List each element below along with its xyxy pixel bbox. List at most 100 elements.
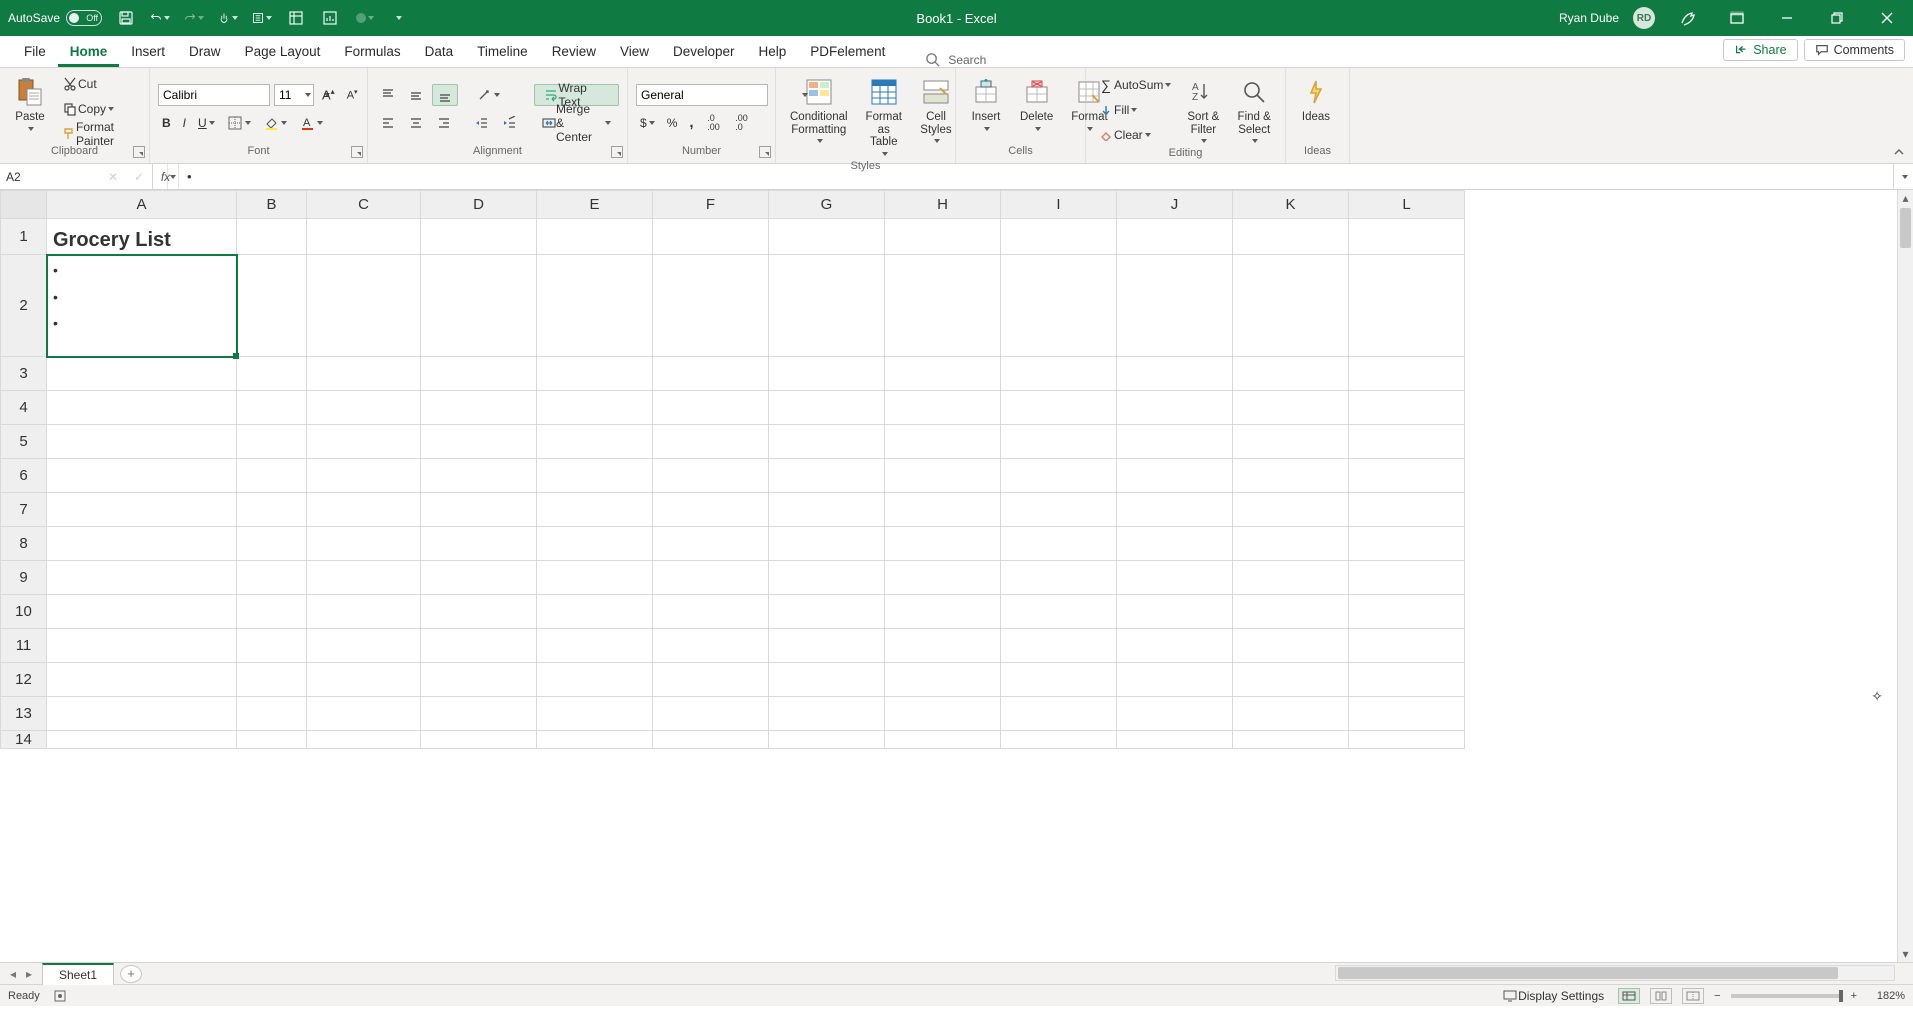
underline-button[interactable]: U bbox=[194, 112, 219, 134]
cell-D5[interactable] bbox=[421, 425, 537, 459]
cell-B14[interactable] bbox=[237, 731, 307, 749]
cell-H10[interactable] bbox=[885, 595, 1001, 629]
cell-L13[interactable] bbox=[1349, 697, 1465, 731]
cell-J11[interactable] bbox=[1117, 629, 1233, 663]
maximize-button[interactable] bbox=[1819, 4, 1855, 32]
cell-L12[interactable] bbox=[1349, 663, 1465, 697]
insert-cells-button[interactable]: Insert bbox=[964, 72, 1008, 145]
tab-view[interactable]: View bbox=[608, 38, 661, 67]
cell-A8[interactable] bbox=[47, 527, 237, 561]
cell-K12[interactable] bbox=[1233, 663, 1349, 697]
row-header-10[interactable]: 10 bbox=[1, 595, 47, 629]
cell-B3[interactable] bbox=[237, 357, 307, 391]
tab-help[interactable]: Help bbox=[747, 38, 799, 67]
customize-qat-icon[interactable] bbox=[388, 8, 408, 28]
cell-D10[interactable] bbox=[421, 595, 537, 629]
cell-J14[interactable] bbox=[1117, 731, 1233, 749]
cell-K9[interactable] bbox=[1233, 561, 1349, 595]
cell-J12[interactable] bbox=[1117, 663, 1233, 697]
cell-D13[interactable] bbox=[421, 697, 537, 731]
cell-A6[interactable] bbox=[47, 459, 237, 493]
cell-K2[interactable] bbox=[1233, 255, 1349, 357]
cell-E3[interactable] bbox=[537, 357, 653, 391]
redo-button[interactable] bbox=[184, 8, 204, 28]
align-middle-button[interactable] bbox=[404, 84, 428, 106]
row-header-6[interactable]: 6 bbox=[1, 459, 47, 493]
sheet-nav-prev[interactable]: ◂ bbox=[6, 967, 20, 981]
cell-H9[interactable] bbox=[885, 561, 1001, 595]
clipboard-launcher[interactable] bbox=[133, 146, 145, 158]
cell-F8[interactable] bbox=[653, 527, 769, 561]
cell-J9[interactable] bbox=[1117, 561, 1233, 595]
cell-F5[interactable] bbox=[653, 425, 769, 459]
cell-A9[interactable] bbox=[47, 561, 237, 595]
comma-style-button[interactable]: , bbox=[685, 112, 697, 134]
cell-J10[interactable] bbox=[1117, 595, 1233, 629]
conditional-formatting-button[interactable]: Conditional Formatting bbox=[784, 72, 854, 160]
save-icon[interactable] bbox=[116, 8, 136, 28]
cell-I9[interactable] bbox=[1001, 561, 1117, 595]
cell-G4[interactable] bbox=[769, 391, 885, 425]
cell-F2[interactable] bbox=[653, 255, 769, 357]
cell-F14[interactable] bbox=[653, 731, 769, 749]
cell-D3[interactable] bbox=[421, 357, 537, 391]
horizontal-scroll-thumb[interactable] bbox=[1338, 967, 1838, 979]
cell-H8[interactable] bbox=[885, 527, 1001, 561]
cell-C6[interactable] bbox=[307, 459, 421, 493]
font-name-combo[interactable] bbox=[158, 84, 270, 106]
align-top-button[interactable] bbox=[376, 84, 400, 106]
cell-I5[interactable] bbox=[1001, 425, 1117, 459]
decrease-decimal-button[interactable]: .00.0 bbox=[730, 112, 754, 134]
cell-J4[interactable] bbox=[1117, 391, 1233, 425]
zoom-slider[interactable] bbox=[1731, 994, 1841, 998]
cell-K14[interactable] bbox=[1233, 731, 1349, 749]
account-avatar[interactable]: RD bbox=[1633, 7, 1655, 29]
cell-A7[interactable] bbox=[47, 493, 237, 527]
cell-J1[interactable] bbox=[1117, 219, 1233, 255]
cell-G3[interactable] bbox=[769, 357, 885, 391]
vertical-scroll-thumb[interactable] bbox=[1900, 208, 1911, 248]
cancel-formula-button[interactable]: ✕ bbox=[100, 164, 126, 189]
cell-F12[interactable] bbox=[653, 663, 769, 697]
cell-H12[interactable] bbox=[885, 663, 1001, 697]
cell-C8[interactable] bbox=[307, 527, 421, 561]
cell-C12[interactable] bbox=[307, 663, 421, 697]
collapse-ribbon-button[interactable] bbox=[1885, 68, 1913, 163]
column-header-H[interactable]: H bbox=[885, 191, 1001, 219]
cell-A5[interactable] bbox=[47, 425, 237, 459]
cell-I3[interactable] bbox=[1001, 357, 1117, 391]
sort-filter-button[interactable]: AZSort & Filter bbox=[1181, 72, 1225, 147]
row-header-12[interactable]: 12 bbox=[1, 663, 47, 697]
expand-formula-bar-button[interactable] bbox=[1893, 164, 1913, 189]
cell-D4[interactable] bbox=[421, 391, 537, 425]
cell-L3[interactable] bbox=[1349, 357, 1465, 391]
pivot-icon[interactable] bbox=[286, 8, 306, 28]
cell-D14[interactable] bbox=[421, 731, 537, 749]
scroll-down-button[interactable]: ▾ bbox=[1898, 946, 1913, 962]
cell-L9[interactable] bbox=[1349, 561, 1465, 595]
row-header-4[interactable]: 4 bbox=[1, 391, 47, 425]
cell-A11[interactable] bbox=[47, 629, 237, 663]
cell-H13[interactable] bbox=[885, 697, 1001, 731]
increase-decimal-button[interactable]: .0.00 bbox=[702, 112, 726, 134]
cell-K11[interactable] bbox=[1233, 629, 1349, 663]
cell-I2[interactable] bbox=[1001, 255, 1117, 357]
cell-F13[interactable] bbox=[653, 697, 769, 731]
coming-soon-icon[interactable] bbox=[1669, 4, 1705, 32]
zoom-out-button[interactable]: − bbox=[1714, 990, 1720, 1002]
cell-H2[interactable] bbox=[885, 255, 1001, 357]
cell-C13[interactable] bbox=[307, 697, 421, 731]
bold-button[interactable]: B bbox=[158, 112, 175, 134]
cell-I13[interactable] bbox=[1001, 697, 1117, 731]
zoom-in-button[interactable]: + bbox=[1851, 990, 1857, 1002]
cell-F9[interactable] bbox=[653, 561, 769, 595]
cell-F1[interactable] bbox=[653, 219, 769, 255]
column-header-B[interactable]: B bbox=[237, 191, 307, 219]
cell-E2[interactable] bbox=[537, 255, 653, 357]
share-button[interactable]: Share bbox=[1723, 39, 1797, 61]
cell-C7[interactable] bbox=[307, 493, 421, 527]
ideas-button[interactable]: Ideas bbox=[1294, 72, 1338, 145]
row-header-3[interactable]: 3 bbox=[1, 357, 47, 391]
cell-H1[interactable] bbox=[885, 219, 1001, 255]
cell-L2[interactable] bbox=[1349, 255, 1465, 357]
